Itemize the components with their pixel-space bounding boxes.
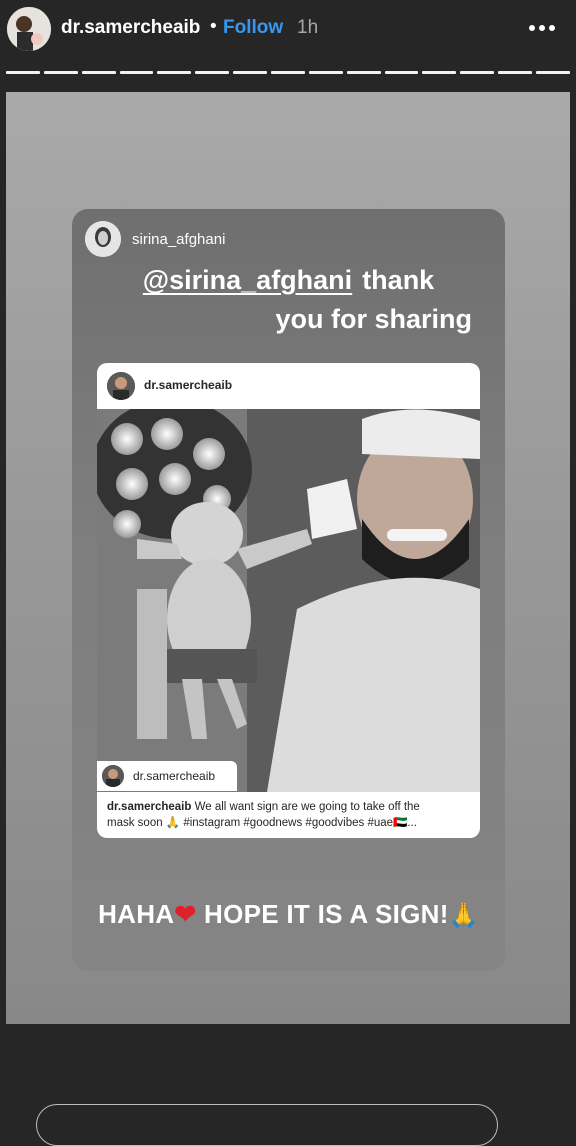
post-photo <box>97 409 480 792</box>
progress-segment <box>81 71 116 74</box>
separator-dot: • <box>210 16 217 37</box>
follow-button[interactable]: Follow <box>223 17 283 39</box>
reply-avatar <box>85 221 121 257</box>
progress-segment <box>422 71 457 74</box>
story-caption-text: HAHA❤ HOPE IT IS A SIGN!🙏 <box>72 899 505 930</box>
story-canvas[interactable]: sirina_afghani @sirina_afghani thank you … <box>6 92 570 1146</box>
progress-segment <box>271 71 305 74</box>
progress-segment <box>119 71 154 74</box>
praying-hands-icon: 🙏 <box>448 902 479 929</box>
reply-username: sirina_afghani <box>132 231 226 248</box>
post-tag-avatar <box>102 765 124 787</box>
story-progress-bar <box>6 71 570 74</box>
progress-segment <box>233 71 268 74</box>
progress-segment <box>308 71 343 74</box>
post-tag-username: dr.samercheaib <box>133 769 216 783</box>
progress-segment <box>384 71 419 74</box>
username[interactable]: dr.samercheaib <box>61 17 200 39</box>
reply-text-thank: thank <box>362 265 435 295</box>
reply-text-line1: @sirina_afghani thank <box>72 265 505 296</box>
caption-line1: We all want sign are we going to take of… <box>194 801 420 813</box>
story-timestamp: 1h <box>297 17 319 38</box>
post-avatar <box>107 372 135 400</box>
progress-segment <box>460 71 495 74</box>
mention-link[interactable]: @sirina_afghani <box>143 265 352 295</box>
story-header: dr.samercheaib • Follow 1h <box>0 0 576 62</box>
caption-line2: mask soon 🙏 #instagram #goodnews #goodvi… <box>107 817 417 829</box>
progress-segment <box>43 71 78 74</box>
embedded-post[interactable]: dr.samercheaib dr.samercheaib dr.samerch… <box>97 363 480 838</box>
progress-segment <box>536 71 570 74</box>
progress-segment <box>195 71 230 74</box>
post-tag: dr.samercheaib <box>97 761 237 791</box>
reply-input[interactable] <box>36 1104 498 1146</box>
post-username: dr.samercheaib <box>144 378 233 392</box>
post-caption: dr.samercheaib We all want sign are we g… <box>107 799 475 831</box>
heart-icon: ❤ <box>174 899 197 929</box>
reply-text-line2: you for sharing <box>275 304 472 334</box>
more-options-icon[interactable] <box>526 18 558 38</box>
shared-reply-card: sirina_afghani @sirina_afghani thank you … <box>72 209 505 971</box>
progress-segment <box>346 71 381 74</box>
profile-avatar[interactable] <box>7 7 51 51</box>
caption-sign: HOPE IT IS A SIGN! <box>204 899 449 929</box>
progress-segment <box>157 71 192 74</box>
progress-segment <box>498 71 533 74</box>
caption-haha: HAHA <box>98 899 175 929</box>
post-header: dr.samercheaib <box>97 363 480 409</box>
progress-segment <box>6 71 40 74</box>
caption-username: dr.samercheaib <box>107 801 192 813</box>
